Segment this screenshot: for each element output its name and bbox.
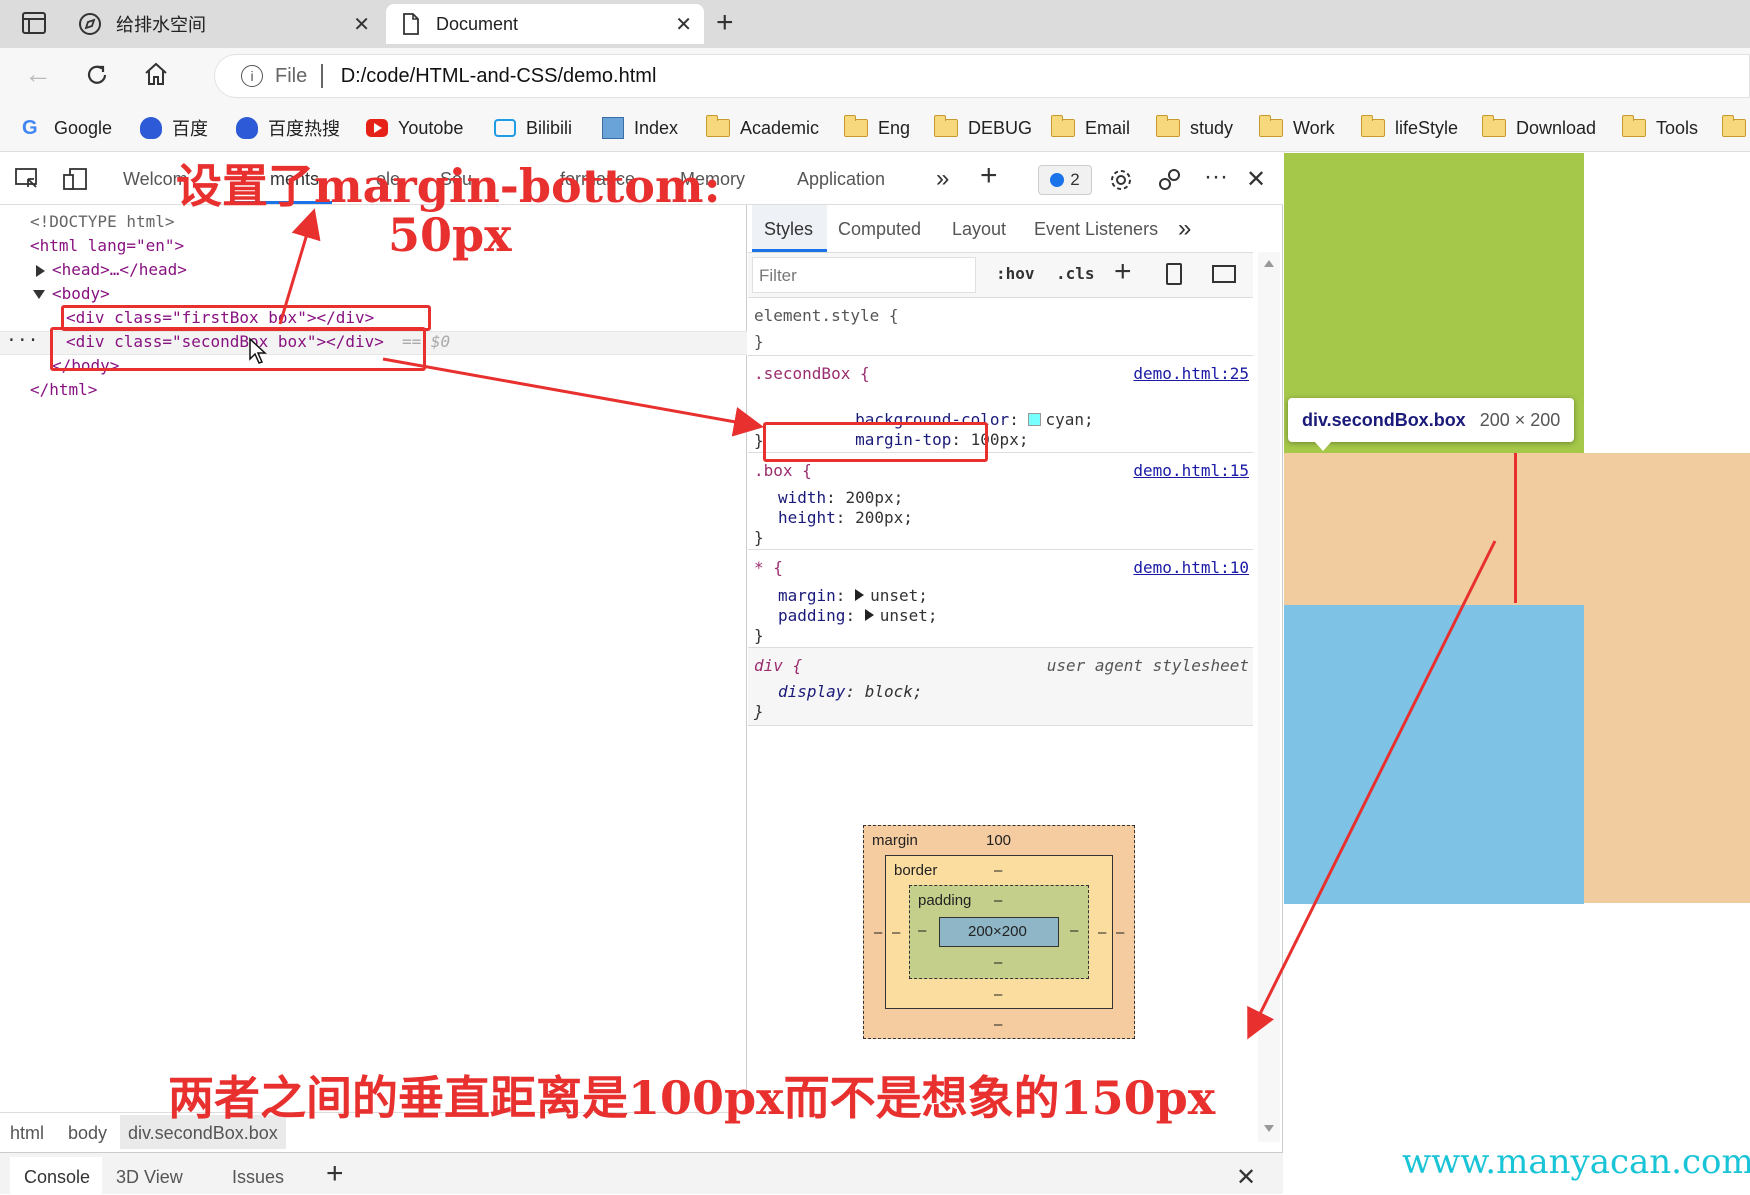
arrow-to-margin-top xyxy=(382,357,764,437)
annotation-bottom-note: 两者之间的垂直距离是100px而不是想象的150px xyxy=(168,1071,1216,1125)
annotation-title-line1: 设置了margin-bottom: xyxy=(176,159,721,213)
watermark: www.manyacan.com xyxy=(1402,1142,1750,1182)
arrow-to-bottom-note xyxy=(1247,540,1497,1040)
arrow-to-title xyxy=(278,208,321,325)
annotation-title-line2: 50px xyxy=(388,208,512,262)
